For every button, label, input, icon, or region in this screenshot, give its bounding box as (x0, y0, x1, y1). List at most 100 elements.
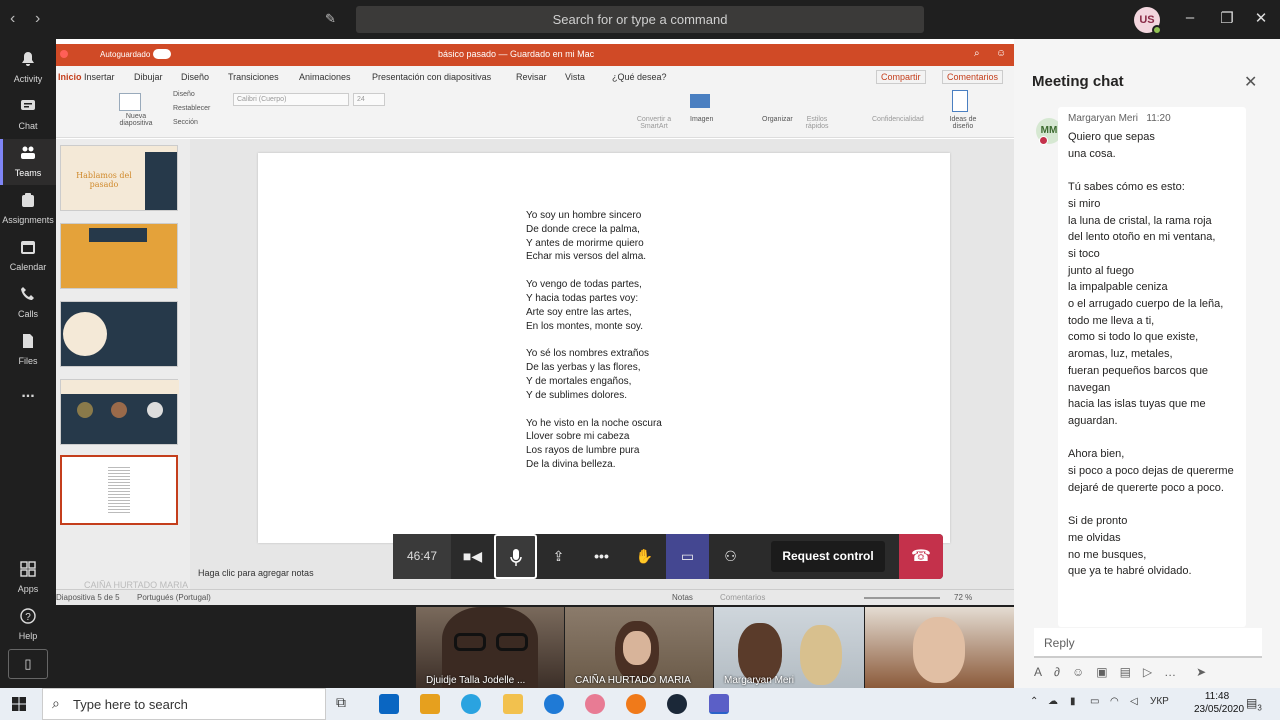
participant-video-2[interactable]: CAIÑA HURTADO MARIA (565, 607, 713, 688)
rail-label: Apps (17, 584, 39, 594)
more-actions-button[interactable]: ••• (580, 534, 623, 579)
participant-face (913, 617, 965, 683)
emoji-icon[interactable]: ☺ (1072, 665, 1096, 679)
share-button: Compartir (876, 70, 926, 84)
firefox-icon[interactable] (626, 694, 646, 714)
more-options-icon[interactable]: … (1164, 665, 1188, 679)
teams-taskbar-icon[interactable] (709, 694, 729, 714)
poem-line: Y de mortales engaños, (526, 375, 632, 387)
mic-button[interactable] (494, 534, 537, 579)
glasses-icon (454, 633, 486, 651)
gif-icon[interactable]: ▣ (1096, 665, 1119, 679)
input-language[interactable]: УКР (1150, 696, 1169, 707)
more-icon: ... (21, 384, 35, 401)
request-control-button[interactable]: Request control (771, 541, 885, 572)
task-view-icon[interactable]: ⧉ (336, 694, 356, 714)
meeting-chat-panel: Meeting chat ✕ MM Margaryan Meri 11:20 Q… (1014, 39, 1280, 688)
notes-toggle: Notas (672, 593, 693, 602)
close-window-icon[interactable]: ✕ (1251, 9, 1271, 27)
rail-help[interactable]: ? Help (0, 602, 56, 648)
device-icon[interactable]: ▯ (8, 649, 48, 679)
styles-label: Estilos rápidos (805, 116, 829, 130)
rail-activity[interactable]: Activity (0, 45, 56, 91)
poem-line: Yo vengo de todas partes, (526, 279, 642, 291)
maximize-icon[interactable]: ❐ (1217, 9, 1237, 27)
show-chat-button[interactable]: ▭ (666, 534, 709, 579)
shared-screen: Autoguardado básico pasado — Guardado en… (56, 39, 1014, 605)
rail-calendar[interactable]: Calendar (0, 233, 56, 279)
send-icon[interactable]: ➤ (1196, 665, 1218, 679)
share-screen-button[interactable]: ⇪ (537, 534, 580, 579)
reply-input[interactable]: Reply (1034, 628, 1262, 658)
windows-start-icon[interactable] (12, 697, 26, 711)
thumb-circle (63, 312, 107, 356)
volume-icon[interactable]: ◁ (1130, 696, 1138, 707)
thumb-panel (145, 152, 177, 210)
poem-line: Echar mis versos del alma. (526, 251, 647, 263)
taskbar-clock[interactable]: 11:48 23/05/2020 (1194, 690, 1245, 716)
raise-hand-button[interactable]: ✋ (623, 534, 666, 579)
new-slide-label: Nueva diapositiva (119, 113, 153, 127)
participants-button[interactable]: ⚇ (709, 534, 752, 579)
close-chat-icon[interactable]: ✕ (1244, 72, 1257, 92)
message-meta: Margaryan Meri 11:20 (1068, 113, 1171, 124)
poem-line: Y de sublimes dolores. (526, 389, 627, 401)
snip-icon[interactable] (585, 694, 605, 714)
compose-toolbar: A∂☺▣▤▷… ➤ (1034, 665, 1218, 679)
wifi-icon[interactable]: ◠ (1110, 696, 1119, 707)
tray-chevron-icon[interactable]: ⌃ (1030, 696, 1038, 707)
rail-calls[interactable]: Calls (0, 280, 56, 326)
participant-video-4[interactable] (865, 607, 1014, 688)
slide-thumb-4 (60, 379, 179, 445)
attach-icon[interactable]: ∂ (1054, 665, 1072, 679)
back-arrow-icon[interactable]: ‹ (10, 10, 15, 28)
rail-files[interactable]: Files (0, 327, 56, 373)
slide-thumb-2 (60, 223, 178, 289)
rail-apps[interactable]: Apps (0, 555, 56, 601)
edge-icon[interactable] (544, 694, 564, 714)
rail-label: Files (18, 356, 38, 366)
telegram-icon[interactable] (461, 694, 481, 714)
mic-tray-icon[interactable]: ▮ (1070, 696, 1076, 707)
participant-face (623, 631, 651, 665)
store-icon[interactable] (420, 694, 440, 714)
rail-label: Help (18, 631, 38, 641)
more-icon: ••• (594, 548, 609, 564)
camera-button[interactable]: ■◀ (451, 534, 494, 579)
design-ideas-icon (952, 90, 968, 112)
forward-arrow-icon[interactable]: › (35, 10, 40, 28)
file-explorer-icon[interactable] (503, 694, 523, 714)
participant-video-3[interactable]: Margaryan Meri (714, 607, 864, 688)
user-avatar[interactable]: US (1134, 7, 1162, 35)
thumb-band (61, 380, 179, 394)
rail-chat[interactable]: Chat (0, 92, 56, 138)
document-title: básico pasado — Guardado en mi Mac (438, 49, 595, 59)
format-icon[interactable]: A (1034, 665, 1054, 679)
rail-more[interactable]: ... (0, 374, 56, 420)
rail-teams[interactable]: Teams (0, 139, 56, 185)
taskbar-search[interactable]: ⌕ Type here to search (42, 688, 326, 720)
clock-date: 23/05/2020 (1194, 704, 1245, 715)
onedrive-icon[interactable]: ☁ (1048, 696, 1058, 707)
sender-initials: MM (1040, 125, 1058, 136)
tab-animaciones: Animaciones (299, 72, 351, 82)
mail-icon[interactable] (379, 694, 399, 714)
steam-icon[interactable] (667, 694, 687, 714)
autosave-label: Autoguardado (100, 50, 151, 59)
poem-line: Arte soy entre las artes, (526, 306, 632, 318)
command-search[interactable]: Search for or type a command (356, 6, 924, 33)
tab-insertar: Insertar (84, 72, 115, 82)
participant-video-1[interactable]: Djuidje Talla Jodelle ... (416, 607, 564, 688)
hang-up-button[interactable]: ☎ (899, 534, 943, 579)
meet-icon[interactable]: ▷ (1143, 665, 1164, 679)
message-sender: Margaryan Meri (1068, 113, 1139, 124)
sticker-icon[interactable]: ▤ (1120, 665, 1143, 679)
minimize-icon[interactable]: – (1180, 9, 1200, 26)
compose-icon[interactable]: ✎ (325, 11, 336, 27)
battery-icon[interactable]: ▭ (1090, 696, 1099, 707)
tab-transiciones: Transiciones (228, 72, 279, 82)
thumb-photo (111, 402, 127, 418)
rail-assignments[interactable]: Assignments (0, 186, 56, 232)
rail-label: Assignments (2, 215, 54, 225)
action-center-icon[interactable]: ▤3 (1246, 696, 1262, 712)
